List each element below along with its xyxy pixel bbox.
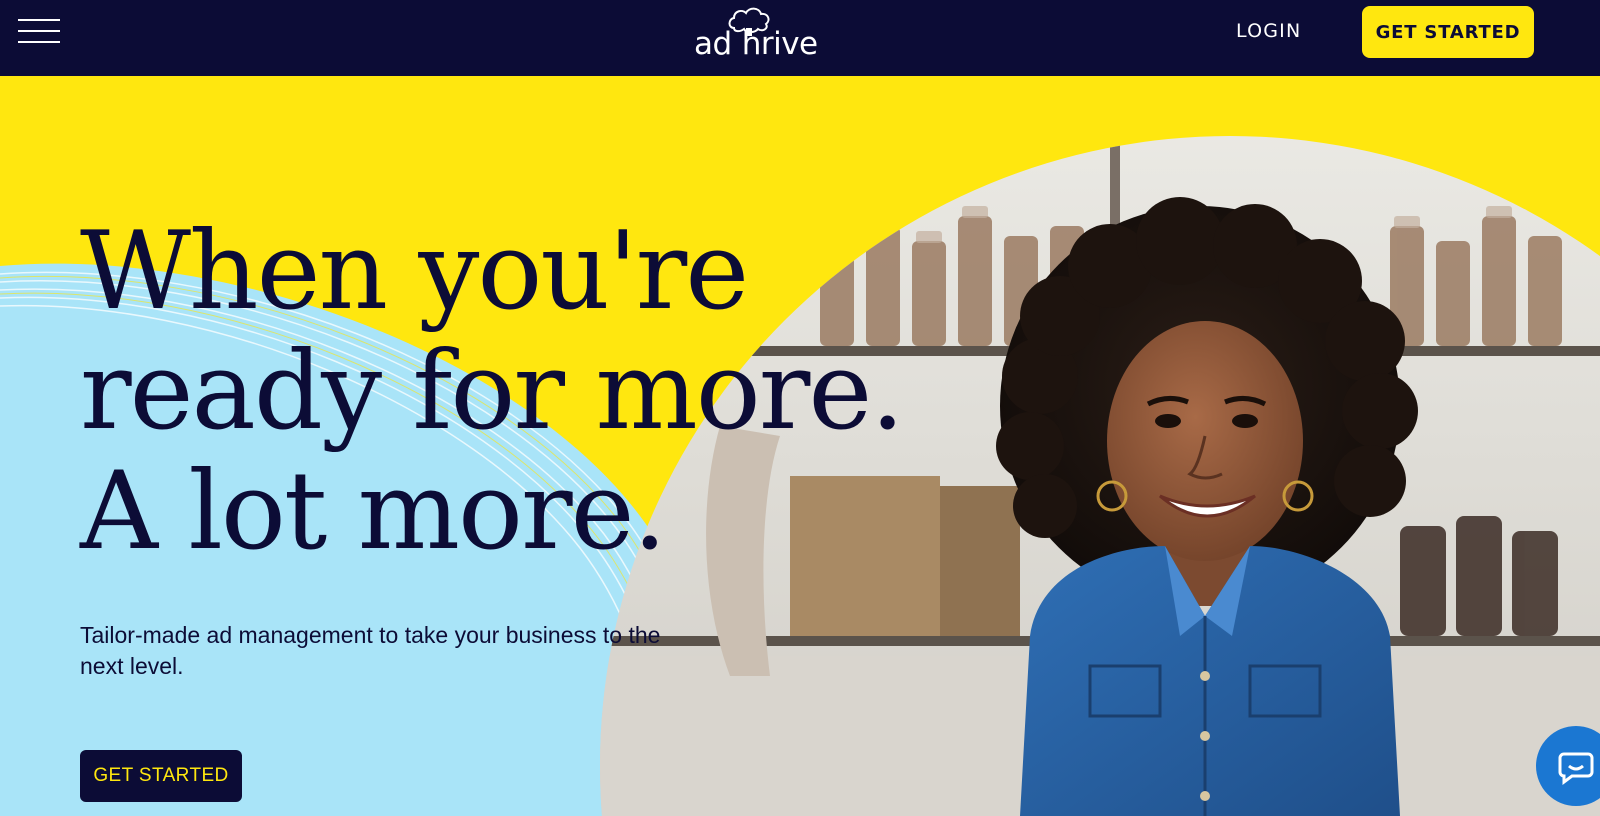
login-link[interactable]: LOGIN bbox=[1236, 20, 1301, 42]
headline-line-2: ready for more. bbox=[80, 329, 905, 454]
top-navigation-bar: ad hrive LOGIN GET STARTED bbox=[0, 0, 1600, 76]
get-started-header-button[interactable]: GET STARTED bbox=[1362, 6, 1534, 58]
chat-bubble-icon bbox=[1558, 752, 1594, 785]
hero-headline: When you're ready for more. A lot more. bbox=[80, 209, 905, 574]
hero-subtext: Tailor-made ad management to take your b… bbox=[80, 622, 661, 679]
get-started-hero-button[interactable]: GET STARTED bbox=[80, 750, 242, 802]
hamburger-menu-icon[interactable] bbox=[18, 18, 60, 44]
headline-line-3: A lot more. bbox=[80, 449, 667, 574]
headline-line-1: When you're bbox=[80, 209, 749, 334]
adthrive-logo[interactable]: ad hrive bbox=[690, 6, 838, 62]
hero-section: When you're ready for more. A lot more. … bbox=[0, 76, 1600, 816]
logo-wordmark: ad hrive bbox=[694, 26, 818, 62]
